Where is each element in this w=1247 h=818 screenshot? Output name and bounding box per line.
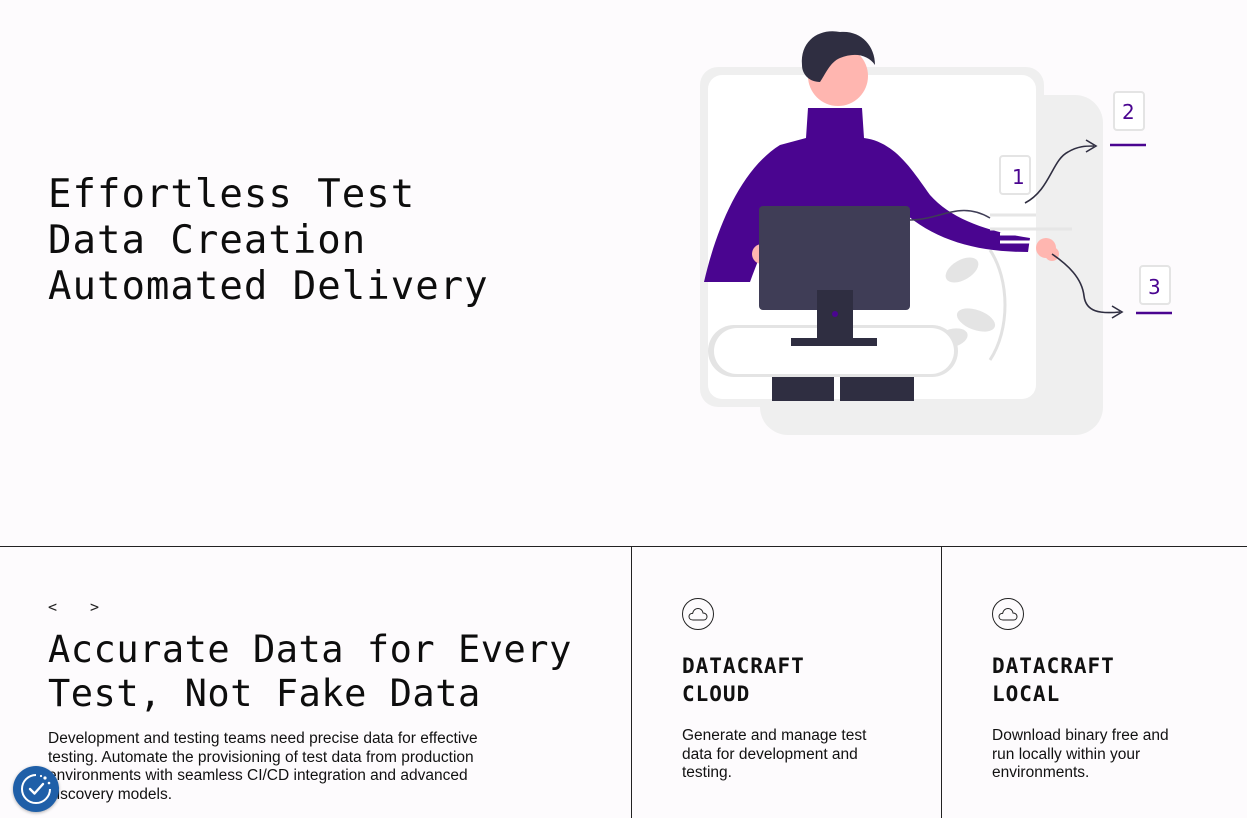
step-label-1: 1 xyxy=(1012,165,1025,189)
feature-title: Accurate Data for Every Test, Not Fake D… xyxy=(48,628,572,716)
product-card-local[interactable]: DATACRAFT LOCAL Download binary free and… xyxy=(992,598,1212,783)
product-name-line: LOCAL xyxy=(992,682,1061,706)
product-card-cloud[interactable]: DATACRAFT CLOUD Generate and manage test… xyxy=(682,598,902,783)
code-brackets-icon: < > xyxy=(48,598,112,616)
product-name: DATACRAFT LOCAL xyxy=(992,652,1212,708)
step-label-2: 2 xyxy=(1122,100,1135,124)
hero-title-line: Effortless Test xyxy=(48,172,416,217)
cloud-icon xyxy=(682,598,714,630)
cookie-consent-button[interactable] xyxy=(13,766,59,812)
column-divider xyxy=(631,547,632,818)
hero-title-line: Automated Delivery xyxy=(48,264,489,309)
cloud-icon xyxy=(992,598,1024,630)
column-divider xyxy=(941,547,942,818)
product-name-line: DATACRAFT xyxy=(992,654,1115,678)
cookie-consent-icon xyxy=(21,774,51,804)
landing-page: Effortless Test Data Creation Automated … xyxy=(0,0,1247,818)
product-description: Generate and manage test data for develo… xyxy=(682,727,867,781)
feature-title-line: Test, Not Fake Data xyxy=(48,672,481,715)
step-label-3: 3 xyxy=(1148,275,1161,299)
product-description: Download binary free and run locally wit… xyxy=(992,727,1169,781)
product-name: DATACRAFT CLOUD xyxy=(682,652,902,708)
product-name-line: CLOUD xyxy=(682,682,751,706)
hero-title-line: Data Creation xyxy=(48,218,367,263)
hero-title: Effortless Test Data Creation Automated … xyxy=(48,172,489,310)
feature-title-line: Accurate Data for Every xyxy=(48,628,572,671)
product-name-line: DATACRAFT xyxy=(682,654,805,678)
feature-description: Development and testing teams need preci… xyxy=(48,730,478,803)
developer-presenting-illustration: 1 2 3 xyxy=(700,31,1172,435)
